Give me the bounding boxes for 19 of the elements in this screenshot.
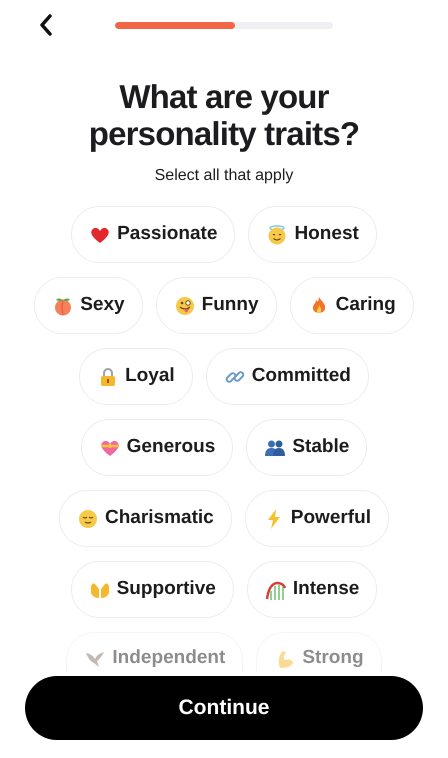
trait-chip[interactable]: Funny <box>156 277 277 334</box>
subtitle: Select all that apply <box>154 166 294 186</box>
trait-chip[interactable]: Passionate <box>71 206 236 263</box>
trait-chip[interactable]: Generous <box>80 419 234 476</box>
trait-chip[interactable]: Caring <box>290 277 414 334</box>
trait-chip[interactable]: Loyal <box>79 348 193 405</box>
trait-chip[interactable]: Charismatic <box>58 490 232 547</box>
trait-chip[interactable]: Committed <box>206 348 369 405</box>
continue-button[interactable]: Continue <box>25 676 423 740</box>
trait-chip[interactable]: Sexy <box>34 277 143 334</box>
trait-chip[interactable]: Stable <box>246 419 368 476</box>
halo-smiley-icon <box>266 224 288 246</box>
trait-chip[interactable]: Intense <box>246 561 378 618</box>
winking-tongue-face-icon <box>174 294 196 316</box>
page-title: What are your personality traits? <box>88 78 360 152</box>
trait-chip[interactable]: Supportive <box>70 561 234 618</box>
relieved-face-icon <box>76 508 99 530</box>
trait-chip[interactable]: Powerful <box>244 490 389 547</box>
trait-chip[interactable]: Honest <box>248 206 377 263</box>
